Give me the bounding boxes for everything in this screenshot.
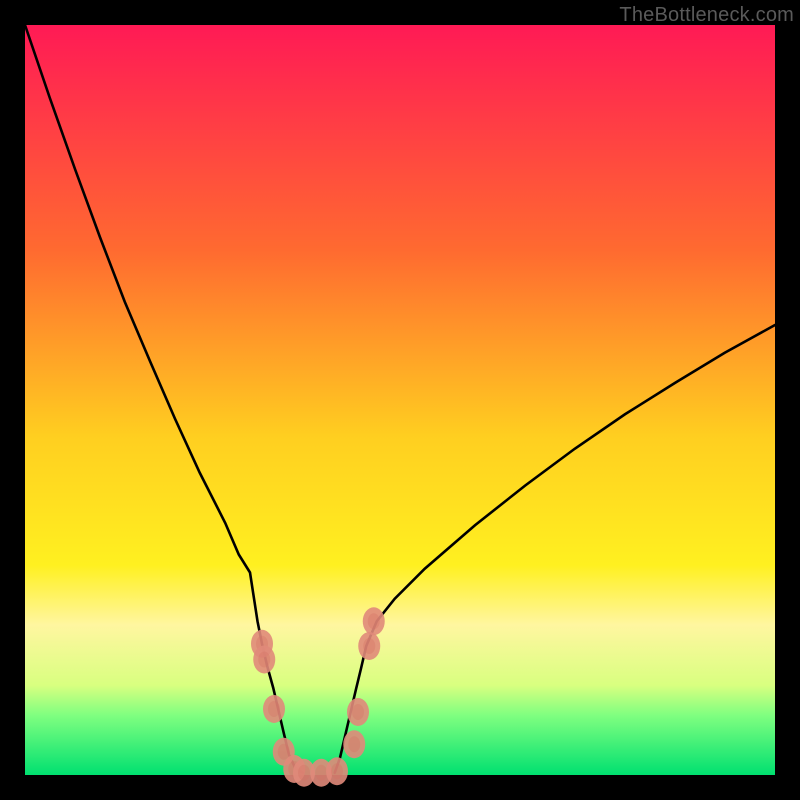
watermark-text: TheBottleneck.com [619,4,794,27]
chart-svg [0,0,800,800]
chart-stage: TheBottleneck.com [0,0,800,800]
plot-background [25,25,775,775]
